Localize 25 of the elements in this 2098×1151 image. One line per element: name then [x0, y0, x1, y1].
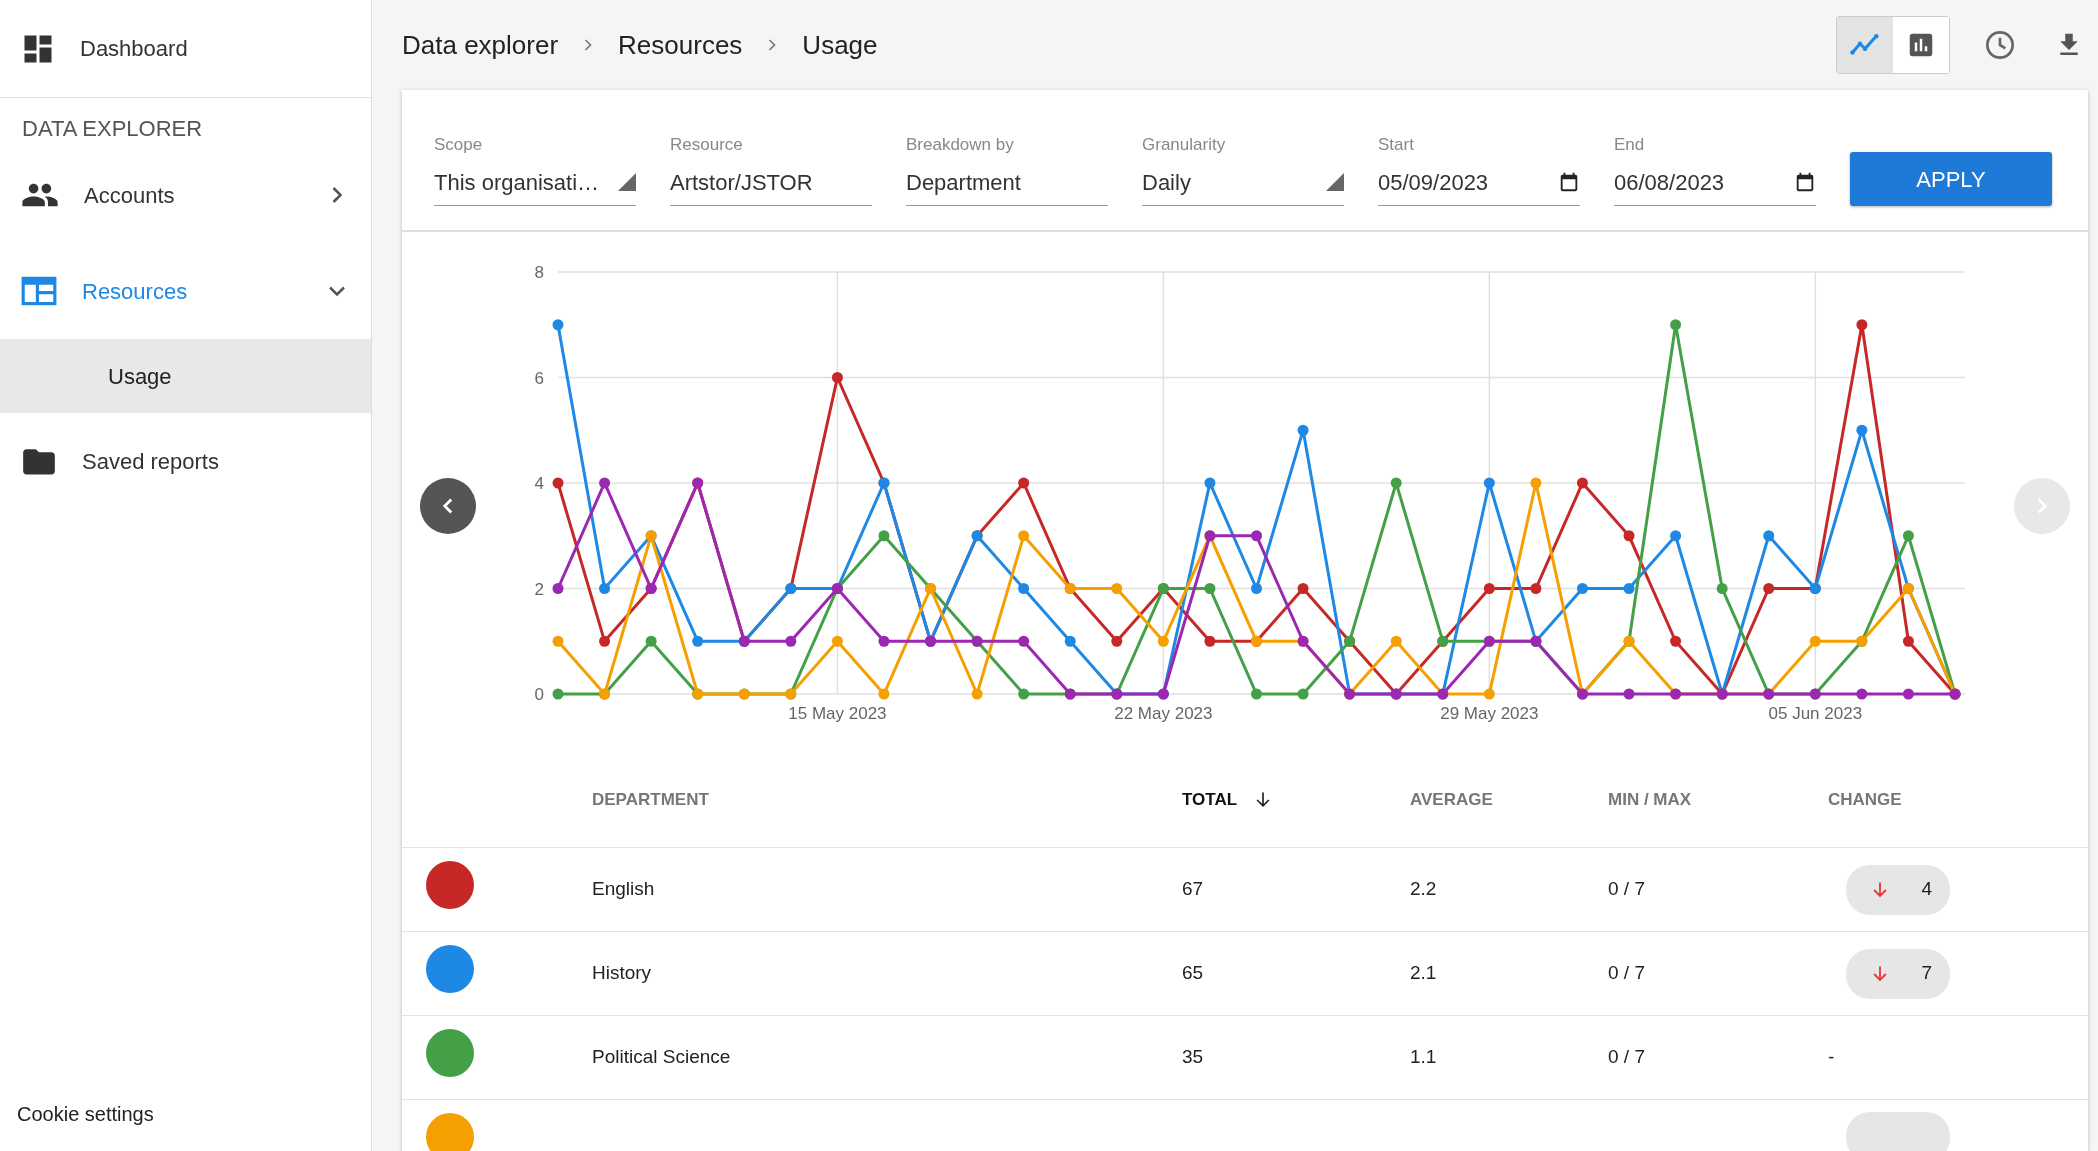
table-cell: 35 [1182, 1046, 1204, 1068]
axis-tick-label: 2 [534, 579, 544, 599]
table-cell: 0 / 7 [1608, 1046, 1645, 1068]
table-cell: 0 / 7 [1608, 962, 1645, 984]
table-cell: 2.2 [1410, 878, 1437, 900]
axis-tick-label: 15 May 2023 [788, 704, 887, 723]
table-cell: Political Science [592, 1046, 731, 1068]
axis-tick-label: 22 May 2023 [1114, 704, 1213, 723]
table-cell: 1.1 [1410, 1046, 1437, 1068]
axis-tick-label: 29 May 2023 [1440, 704, 1539, 723]
axis-tick-label: 8 [534, 263, 544, 282]
change-badge: 4 [1846, 864, 1950, 915]
axis-tick-label: 6 [534, 368, 544, 388]
axis-tick-label: 05 Jun 2023 [1768, 704, 1863, 723]
section-heading: DATA EXPLORER [21, 115, 204, 143]
table-cell: History [592, 962, 652, 984]
table-cell: 65 [1182, 962, 1204, 984]
table-cell: 67 [1182, 878, 1204, 900]
table-cell: 0 / 7 [1608, 878, 1645, 900]
table-cell: English [592, 878, 655, 900]
axis-tick-label: 0 [534, 685, 544, 704]
change-badge: 7 [1846, 948, 1950, 999]
table-cell: - [1828, 1046, 1835, 1068]
axis-tick-label: 4 [534, 474, 544, 493]
table-cell: 2.1 [1410, 962, 1437, 984]
